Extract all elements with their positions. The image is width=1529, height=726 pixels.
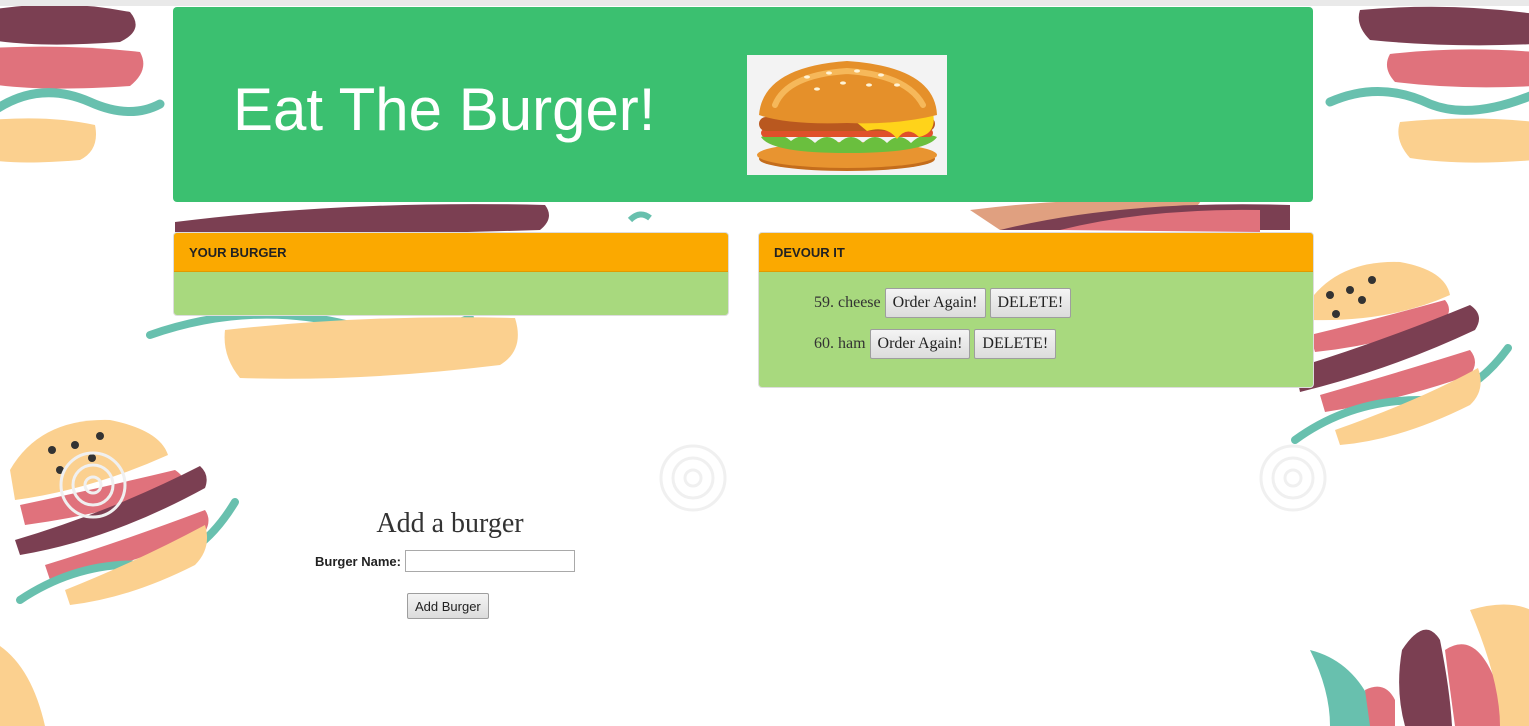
burger-name-row: Burger Name:: [315, 550, 575, 572]
your-burger-heading-label: YOUR BURGER: [189, 245, 287, 260]
burger-image-icon: [747, 55, 947, 175]
order-again-button[interactable]: Order Again!: [869, 329, 971, 359]
devoured-burger-list: 59. cheese Order Again! DELETE! 60. ham …: [759, 272, 1313, 359]
order-again-button[interactable]: Order Again!: [884, 288, 986, 318]
burger-name: 60. ham: [814, 335, 866, 352]
delete-button[interactable]: DELETE!: [989, 288, 1072, 318]
add-burger-heading: Add a burger: [376, 508, 524, 539]
list-item: 59. cheese Order Again! DELETE!: [814, 288, 1313, 318]
your-burger-panel: YOUR BURGER: [173, 232, 729, 316]
list-item: 60. ham Order Again! DELETE!: [814, 329, 1313, 359]
add-burger-form: Add a burger Burger Name: Add Burger: [300, 505, 600, 619]
devour-it-panel-heading: DEVOUR IT: [759, 233, 1313, 272]
add-burger-button[interactable]: Add Burger: [407, 593, 489, 619]
burger-name-input[interactable]: [404, 550, 575, 572]
burger-name: 59. cheese: [814, 294, 881, 311]
top-border: [0, 0, 1529, 6]
devour-it-panel: DEVOUR IT 59. cheese Order Again! DELETE…: [758, 232, 1314, 388]
delete-button[interactable]: DELETE!: [974, 329, 1057, 359]
burger-name-label: Burger Name:: [315, 553, 401, 569]
devour-it-heading-label: DEVOUR IT: [774, 245, 845, 260]
your-burger-panel-heading: YOUR BURGER: [174, 233, 728, 272]
header-banner: Eat The Burger!: [173, 7, 1313, 202]
page-title: Eat The Burger!: [233, 76, 656, 143]
